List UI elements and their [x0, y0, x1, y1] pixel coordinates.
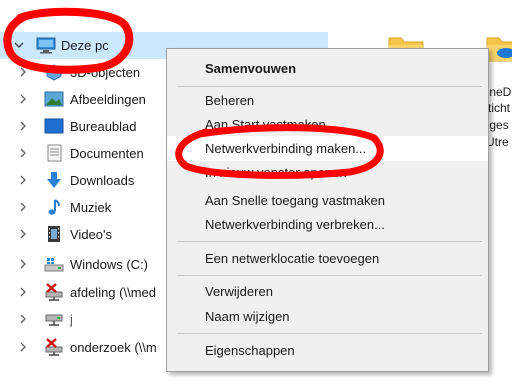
desktop-icon	[44, 117, 64, 135]
nav-label: Windows (C:)	[70, 257, 149, 272]
chevron-right-icon[interactable]	[18, 148, 28, 158]
video-film-icon	[44, 225, 64, 243]
chevron-right-icon[interactable]	[18, 259, 28, 269]
nav-label: Bureaublad	[70, 119, 137, 134]
3d-objects-icon	[44, 63, 64, 81]
documents-icon	[44, 144, 64, 162]
menu-item-aan-snelle-toegang-vastmaken[interactable]: Aan Snelle toegang vastmaken	[167, 188, 488, 213]
network-drive-icon	[44, 310, 64, 328]
menu-separator	[177, 333, 482, 334]
menu-item-naam-wijzigen[interactable]: Naam wijzigen	[167, 304, 488, 329]
chevron-down-icon[interactable]	[14, 40, 24, 50]
chevron-right-icon[interactable]	[18, 229, 28, 239]
menu-item-netwerkverbinding-verbreken[interactable]: Netwerkverbinding verbreken...	[167, 212, 488, 237]
menu-item-aan-start-vastmaken[interactable]: Aan Start vastmaken	[167, 112, 488, 137]
menu-separator	[177, 241, 482, 242]
chevron-right-icon[interactable]	[18, 342, 28, 352]
nav-label: j	[70, 312, 73, 327]
menu-item-eigenschappen[interactable]: Eigenschappen	[167, 338, 488, 363]
disconnected-network-drive-icon	[44, 283, 64, 301]
chevron-right-icon[interactable]	[18, 67, 28, 77]
download-arrow-icon	[44, 171, 64, 189]
pictures-icon	[44, 90, 64, 108]
nav-label: Video's	[70, 227, 112, 242]
menu-separator	[177, 275, 482, 276]
nav-label: onderzoek (\\m	[70, 340, 157, 355]
computer-icon	[36, 36, 56, 54]
nav-label: Muziek	[70, 200, 112, 215]
chevron-right-icon[interactable]	[18, 314, 28, 324]
disconnected-network-drive-icon	[44, 338, 64, 356]
menu-item-netwerklocatie-toevoegen[interactable]: Een netwerklocatie toevoegen	[167, 246, 488, 271]
nav-label: Afbeeldingen	[70, 92, 146, 107]
nav-label: Downloads	[70, 173, 135, 188]
nav-label: Documenten	[70, 146, 144, 161]
menu-item-samenvouwen[interactable]: Samenvouwen	[167, 56, 488, 81]
chevron-right-icon[interactable]	[18, 121, 28, 131]
context-menu: Samenvouwen Beheren Aan Start vastmaken …	[166, 48, 489, 372]
drive-icon	[44, 255, 64, 273]
menu-item-in-nieuw-venster-openen[interactable]: In nieuw venster openen	[167, 160, 488, 185]
music-note-icon	[44, 198, 64, 216]
menu-item-verwijderen[interactable]: Verwijderen	[167, 279, 488, 304]
nav-label: 3D-objecten	[70, 65, 141, 80]
menu-item-beheren[interactable]: Beheren	[167, 88, 488, 113]
chevron-right-icon[interactable]	[18, 287, 28, 297]
onedrive-folder-icon[interactable]	[486, 34, 512, 62]
nav-label: afdeling (\\med	[70, 285, 156, 300]
chevron-right-icon[interactable]	[18, 202, 28, 212]
nav-label: Deze pc	[61, 38, 109, 53]
menu-item-netwerkverbinding-maken[interactable]: Netwerkverbinding maken...	[167, 136, 488, 161]
menu-separator	[177, 86, 482, 87]
chevron-right-icon[interactable]	[18, 94, 28, 104]
chevron-right-icon[interactable]	[18, 175, 28, 185]
